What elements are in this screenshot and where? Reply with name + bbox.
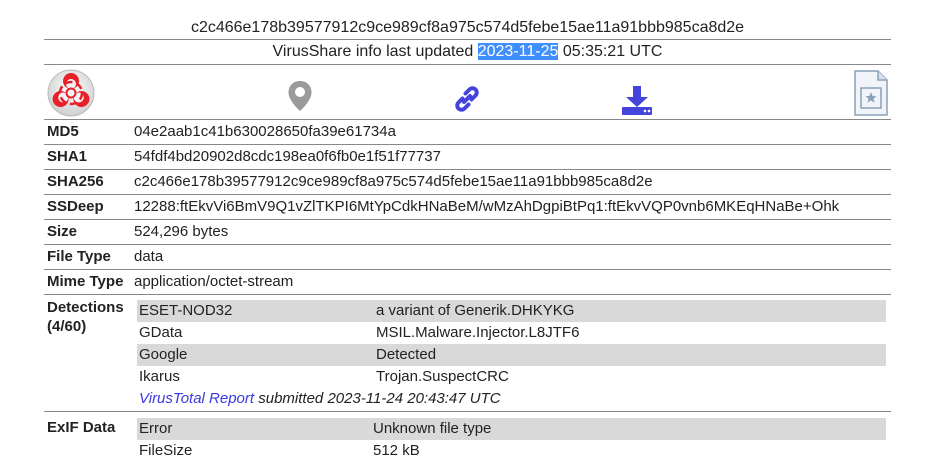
- filetype-label: File Type: [47, 248, 111, 265]
- ssdeep-label: SSDeep: [47, 198, 104, 215]
- engine-name: GData: [139, 324, 183, 341]
- engine-name: Ikarus: [139, 368, 180, 385]
- ssdeep-value: 12288:ftEkvVi6BmV9Q1vZlTKPI6MtYpCdkHNaBe…: [134, 198, 840, 215]
- table-row: GData MSIL.Malware.Injector.L8JTF6: [137, 322, 886, 344]
- table-row: FileSize 512 kB: [137, 440, 886, 462]
- download-icon[interactable]: [621, 85, 653, 115]
- engine-name: ESET-NOD32: [139, 302, 233, 319]
- md5-row: MD5 04e2aab1c41b630028650fa39e61734a: [44, 120, 891, 145]
- updated-time: 05:35:21 UTC: [558, 43, 663, 60]
- table-row: Error Unknown file type: [137, 418, 886, 440]
- detection-result: Detected: [376, 346, 437, 363]
- detection-result: Trojan.SuspectCRC: [376, 368, 509, 385]
- table-row: Ikarus Trojan.SuspectCRC: [137, 366, 886, 388]
- md5-value: 04e2aab1c41b630028650fa39e61734a: [134, 123, 396, 140]
- updated-date: 2023-11-25: [477, 43, 559, 60]
- filetype-row: File Type data: [44, 245, 891, 270]
- updated-prefix: VirusShare info last updated: [272, 43, 478, 60]
- file-hash-title: c2c466e178b39577912c9ce989cf8a975c574d5f…: [44, 16, 891, 40]
- md5-label: MD5: [47, 123, 79, 140]
- mimetype-row: Mime Type application/octet-stream: [44, 270, 891, 295]
- exif-row: ExIF Data Error Unknown file type FileSi…: [44, 412, 891, 464]
- exif-key: FileSize: [139, 442, 193, 459]
- sha1-row: SHA1 54fdf4bd20902d8cdc198ea0f6fb0e1f51f…: [44, 145, 891, 170]
- mimetype-value: application/octet-stream: [134, 273, 294, 290]
- document-icon[interactable]: [853, 69, 889, 117]
- virustotal-report-link[interactable]: VirusTotal Report: [139, 390, 254, 407]
- table-row: Google Detected: [137, 344, 886, 366]
- exif-value: Unknown file type: [373, 420, 492, 437]
- detections-count: (4/60): [47, 318, 87, 335]
- detections-table: ESET-NOD32 a variant of Generik.DHKYKG G…: [137, 300, 886, 410]
- sha256-row: SHA256 c2c466e178b39577912c9ce989cf8a975…: [44, 170, 891, 195]
- table-row: ESET-NOD32 a variant of Generik.DHKYKG: [137, 300, 886, 322]
- exif-key: Error: [139, 420, 173, 437]
- detection-result: a variant of Generik.DHKYKG: [376, 302, 575, 319]
- ssdeep-row: SSDeep 12288:ftEkvVi6BmV9Q1vZlTKPI6MtYpC…: [44, 195, 891, 220]
- last-updated-line: VirusShare info last updated 2023-11-25 …: [44, 41, 891, 65]
- sha256-label: SHA256: [47, 173, 104, 190]
- filetype-value: data: [134, 248, 164, 265]
- virustotal-submitted: submitted 2023-11-24 20:43:47 UTC: [254, 390, 501, 407]
- biohazard-icon: [47, 69, 95, 117]
- detection-result: MSIL.Malware.Injector.L8JTF6: [376, 324, 580, 341]
- detections-label: Detections (4/60): [47, 298, 124, 336]
- exif-table: Error Unknown file type FileSize 512 kB: [137, 418, 886, 462]
- sha1-value: 54fdf4bd20902d8cdc198ea0f6fb0e1f51f77737: [134, 148, 441, 165]
- size-row: Size 524,296 bytes: [44, 220, 891, 245]
- link-icon[interactable]: [452, 84, 482, 114]
- detections-title: Detections: [47, 299, 124, 316]
- size-value: 524,296 bytes: [134, 223, 229, 240]
- engine-name: Google: [139, 346, 188, 363]
- mimetype-label: Mime Type: [47, 273, 124, 290]
- exif-value: 512 kB: [373, 442, 420, 459]
- icon-toolbar: [44, 66, 891, 120]
- exif-label: ExIF Data: [47, 419, 116, 436]
- size-label: Size: [47, 223, 78, 240]
- sha1-label: SHA1: [47, 148, 88, 165]
- virustotal-line: VirusTotal Report submitted 2023-11-24 2…: [137, 388, 886, 410]
- location-pin-icon[interactable]: [287, 80, 313, 112]
- detections-row: Detections (4/60) ESET-NOD32 a variant o…: [44, 295, 891, 412]
- sha256-value: c2c466e178b39577912c9ce989cf8a975c574d5f…: [134, 173, 653, 190]
